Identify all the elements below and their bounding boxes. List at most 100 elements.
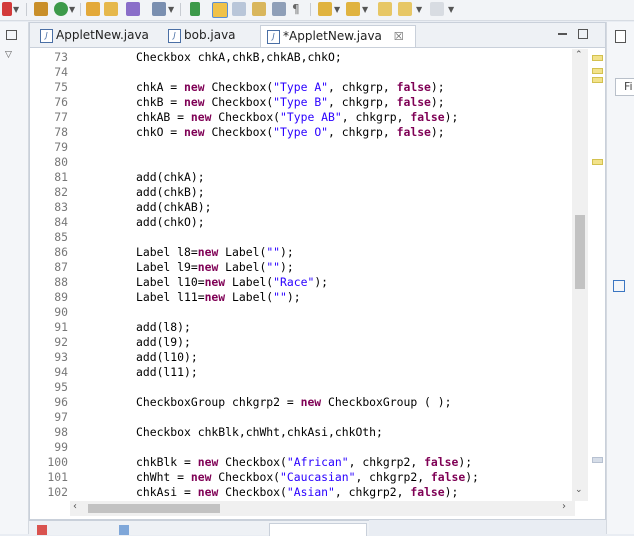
pilcrow-icon[interactable]: ¶ (292, 2, 306, 16)
line-number: 85 (54, 230, 68, 244)
debug-marker-icon[interactable] (190, 2, 200, 16)
scroll-up-icon[interactable]: ⌃ (575, 50, 583, 60)
info-marker[interactable] (592, 457, 603, 463)
tab-bob[interactable]: J bob.java (162, 25, 254, 45)
line-number: 80 (54, 155, 68, 169)
code-token: chkAB = (136, 110, 191, 124)
prev-annotation-icon[interactable] (346, 2, 360, 16)
line-number: 88 (54, 275, 68, 289)
line-number: 89 (54, 290, 68, 304)
open-folder-icon[interactable] (104, 2, 118, 16)
line-source: Label l9=new Label(""); (136, 260, 294, 275)
code-token: Label l8= (136, 245, 198, 259)
warning-marker[interactable] (592, 159, 603, 165)
filter-input-text: Fi (624, 80, 633, 93)
horizontal-scroll-thumb[interactable] (88, 504, 220, 513)
code-token: ); (465, 470, 479, 484)
line-source: add(chkAB); (136, 200, 211, 215)
warning-marker[interactable] (592, 55, 603, 61)
new-project-icon[interactable] (34, 2, 48, 16)
line-number: 86 (54, 245, 68, 259)
toolbar-separator (80, 3, 81, 16)
line-number: 84 (54, 215, 68, 229)
code-token: , chkgrp2, (355, 470, 431, 484)
code-area[interactable]: 73 Checkbox chkA,chkB,chkAB,chkO; 74 75 chkA… (30, 49, 575, 501)
code-token: CheckboxGroup chkgrp2 = (136, 395, 301, 409)
line-number: 78 (54, 125, 68, 139)
code-token: chWht = (136, 470, 191, 484)
code-token: Label( (225, 290, 274, 304)
console-tab[interactable] (269, 523, 367, 536)
line-number: 74 (54, 65, 68, 79)
open-type-icon[interactable] (86, 2, 100, 16)
code-token: Checkbox( (211, 110, 281, 124)
line-number: 100 (47, 455, 68, 469)
toolbar-separator (26, 3, 27, 16)
line-source: add(chkB); (136, 185, 205, 200)
next-annotation-icon[interactable] (318, 2, 332, 16)
new-class-icon[interactable] (54, 2, 68, 16)
scroll-left-icon[interactable]: ‹ (73, 501, 77, 512)
dropdown-arrow-icon[interactable]: ▼ (168, 5, 174, 14)
line-source: Label l11=new Label(""); (136, 290, 301, 305)
last-edit-icon[interactable] (378, 2, 392, 16)
code-token: Label( (225, 275, 274, 289)
mark-occurrences-icon[interactable] (232, 2, 246, 16)
code-token: ); (430, 125, 445, 139)
back-arrow-icon[interactable] (398, 2, 412, 16)
edit-pencil-icon[interactable] (152, 2, 166, 16)
dropdown-arrow-icon[interactable]: ▼ (13, 5, 19, 14)
view-menu-icon[interactable]: ▽ (5, 50, 12, 60)
run-icon[interactable] (2, 2, 12, 16)
tab-label: bob.java (184, 28, 236, 42)
line-source: Label l10=new Label("Race"); (136, 275, 328, 290)
dropdown-arrow-icon[interactable]: ▼ (334, 5, 340, 14)
close-icon[interactable]: ☒ (394, 27, 404, 47)
show-whitespace-icon[interactable] (272, 2, 286, 16)
code-token: , chkgrp2, (334, 485, 411, 499)
code-token: add(l9); (136, 335, 191, 349)
scroll-down-icon[interactable]: ⌄ (575, 485, 583, 495)
string-token: "Race" (273, 275, 315, 289)
code-token: ); (280, 260, 294, 274)
string-token: "Caucasian" (280, 470, 356, 484)
vertical-scrollbar[interactable]: ⌃ ⌄ (572, 49, 588, 501)
hierarchy-view-icon[interactable] (613, 280, 625, 292)
package-icon[interactable] (126, 2, 140, 16)
line-source: chkAsi = new Checkbox("Asian", chkgrp2, … (136, 485, 458, 500)
code-token: Label l9= (136, 260, 198, 274)
forward-arrow-icon[interactable] (430, 2, 444, 16)
highlight-pencil-icon[interactable] (212, 2, 228, 18)
tab-appletnew[interactable]: J AppletNew.java (34, 25, 166, 45)
line-number: 83 (54, 200, 68, 214)
vertical-scroll-thumb[interactable] (575, 215, 585, 289)
keyword-token: new (184, 125, 205, 139)
toggle-block-icon[interactable] (252, 2, 266, 16)
filter-input[interactable]: Fi (615, 78, 634, 96)
dropdown-arrow-icon[interactable]: ▼ (448, 5, 454, 14)
keyword-token: false (430, 470, 466, 484)
bottom-tab-bar (29, 520, 369, 536)
main-toolbar: ▼ ▼ ▼ ¶ ▼ ▼ ▼ ▼ (0, 0, 634, 21)
dropdown-arrow-icon[interactable]: ▼ (416, 5, 422, 14)
string-token: "Asian" (286, 485, 335, 499)
tab-appletnew-modified[interactable]: J *AppletNew.java ☒ (260, 25, 416, 47)
code-token: ); (458, 455, 473, 469)
line-source: add(chkO); (136, 215, 205, 230)
maximize-icon[interactable] (578, 29, 588, 39)
code-token: Checkbox( (211, 470, 281, 484)
line-source: Label l8=new Label(""); (136, 245, 294, 260)
minimize-icon[interactable] (558, 27, 568, 41)
keyword-token: new (197, 245, 219, 259)
string-token: "Type A" (273, 80, 329, 94)
dropdown-arrow-icon[interactable]: ▼ (69, 5, 75, 14)
warning-marker[interactable] (592, 77, 603, 83)
editor-tab-bar: J AppletNew.java J bob.java J *AppletNew… (30, 23, 605, 48)
outline-view-icon[interactable] (615, 30, 626, 43)
java-file-icon: J (168, 29, 181, 43)
restore-icon[interactable] (6, 30, 17, 40)
scroll-right-icon[interactable]: › (562, 501, 566, 512)
horizontal-scrollbar[interactable]: ‹ › (70, 501, 575, 516)
dropdown-arrow-icon[interactable]: ▼ (362, 5, 368, 14)
warning-marker[interactable] (592, 68, 603, 74)
